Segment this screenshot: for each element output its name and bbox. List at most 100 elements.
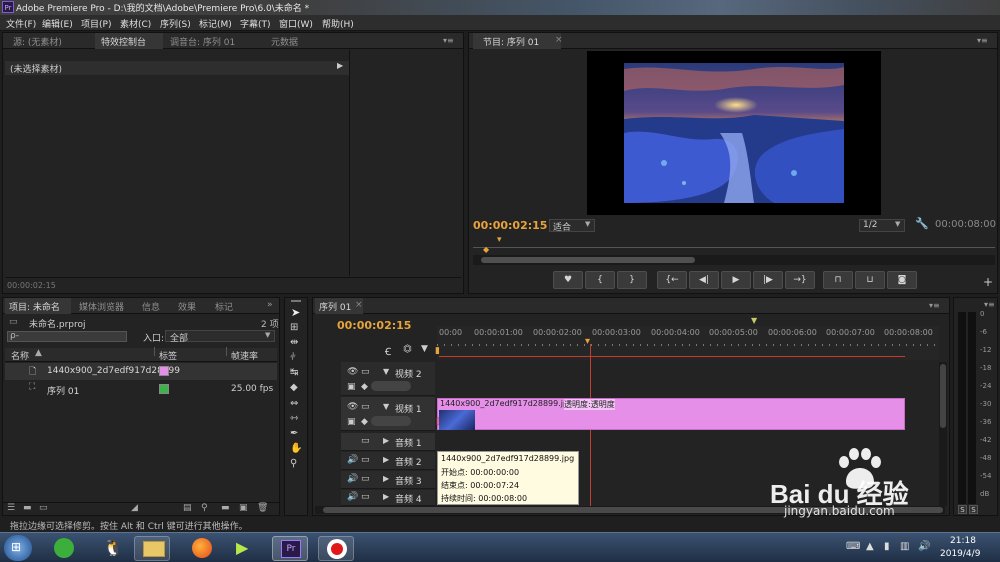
keyframe-icon[interactable]: ◆ xyxy=(361,417,368,427)
menu-marker[interactable]: 标记(M) xyxy=(199,17,232,30)
add-button-icon[interactable]: + xyxy=(983,275,993,289)
snap-icon[interactable]: Ꞓ xyxy=(385,344,391,358)
export-frame-button[interactable]: ◙ xyxy=(887,271,917,289)
in-select[interactable]: 全部 ▼ xyxy=(165,330,275,344)
lock-icon[interactable]: ▭ xyxy=(361,492,370,502)
track-header-audio-2[interactable]: 🔊 ▭ ▶ 音频 2 xyxy=(341,452,435,470)
resolution-select[interactable]: 1/2 ▼ xyxy=(859,219,905,232)
program-timecode[interactable]: 00:00:02:15 xyxy=(473,219,547,232)
tab-program[interactable]: 节目: 序列 01 xyxy=(483,35,539,48)
zoom-triangle-icon[interactable]: ◢ xyxy=(131,503,138,513)
column-name[interactable]: 名称 xyxy=(11,349,29,362)
timeline-ruler[interactable]: 00:00 00:00:01:00 00:00:02:00 00:00:03:0… xyxy=(435,326,939,360)
menu-clip[interactable]: 素材(C) xyxy=(120,17,151,30)
work-area-start-icon[interactable]: ▮ xyxy=(435,346,440,356)
search-input[interactable]: ρ- xyxy=(7,331,127,342)
display-style-icon[interactable]: ▣ xyxy=(347,417,356,427)
taskbar-app-firefox[interactable] xyxy=(184,536,220,561)
mark-in-button[interactable]: { xyxy=(585,271,615,289)
pen-tool-icon[interactable]: ✒ xyxy=(290,428,298,439)
list-view-icon[interactable]: ☰ xyxy=(7,503,15,513)
expand-arrow-icon[interactable]: ▶ xyxy=(337,61,343,70)
display-style-icon[interactable]: ▣ xyxy=(347,382,356,392)
video-clip[interactable]: 1440x900_2d7edf917d28899.jpg 透明度:透明度 ⟦ xyxy=(436,398,905,430)
taskbar-app-recorder[interactable] xyxy=(318,536,354,561)
label-color-swatch[interactable] xyxy=(159,366,169,376)
track-select-tool-icon[interactable]: ⊞ xyxy=(290,322,298,333)
lock-icon[interactable]: ▭ xyxy=(361,367,370,377)
rolling-edit-tool-icon[interactable]: ⫩ xyxy=(290,352,296,363)
expand-arrow-icon[interactable]: ▶ xyxy=(383,474,389,483)
eye-icon[interactable]: 👁 xyxy=(347,402,358,412)
speaker-icon[interactable]: 🔊 xyxy=(347,455,358,465)
zoom-slider-icon[interactable]: ▭ xyxy=(39,503,48,513)
clock-time[interactable]: 21:18 xyxy=(950,536,976,546)
start-button[interactable]: ⊞ xyxy=(4,535,32,561)
step-forward-button[interactable]: |▶ xyxy=(753,271,783,289)
tray-expand-icon[interactable]: ▲ xyxy=(866,541,874,552)
close-tab-icon[interactable]: × xyxy=(355,300,363,310)
speaker-icon[interactable]: 🔊 xyxy=(347,492,358,502)
automate-icon[interactable]: ▤ xyxy=(183,503,192,513)
ripple-edit-tool-icon[interactable]: ⇹ xyxy=(290,337,298,348)
selection-tool-icon[interactable]: ➤ xyxy=(291,306,300,319)
step-back-button[interactable]: ◀| xyxy=(689,271,719,289)
panel-menu-icon[interactable]: ▾≡ xyxy=(977,36,988,45)
new-bin-icon[interactable]: ▬ xyxy=(221,503,230,513)
track-header-video-1[interactable]: 👁 ▭ ▼ 视频 1 ▣ ◆ xyxy=(341,397,435,431)
collapse-arrow-icon[interactable]: ▼ xyxy=(383,402,389,411)
column-frame-rate[interactable]: 帧速率 xyxy=(231,349,258,362)
panel-menu-icon[interactable]: ▾≡ xyxy=(443,36,454,45)
icon-view-icon[interactable]: ▬ xyxy=(23,503,32,513)
lift-button[interactable]: ⊓ xyxy=(823,271,853,289)
network-icon[interactable]: ▥ xyxy=(900,541,909,552)
taskbar-app-premiere[interactable]: Pr xyxy=(272,536,308,561)
collapse-arrow-icon[interactable]: ▼ xyxy=(383,367,389,376)
volume-icon[interactable]: 🔊 xyxy=(918,541,930,552)
close-tab-icon[interactable]: × xyxy=(555,35,563,45)
tab-source[interactable]: 源: (无素材) xyxy=(13,35,62,48)
track-header-video-2[interactable]: 👁 ▭ ▼ 视频 2 ▣ ◆ xyxy=(341,362,435,396)
track-header-audio-3[interactable]: 🔊 ▭ ▶ 音频 3 xyxy=(341,471,435,489)
menu-title[interactable]: 字幕(T) xyxy=(240,17,271,30)
tab-audio-mixer[interactable]: 调音台: 序列 01 xyxy=(170,35,235,48)
hand-tool-icon[interactable]: ✋ xyxy=(290,443,302,454)
slide-tool-icon[interactable]: ⇿ xyxy=(290,413,298,424)
sort-up-icon[interactable]: ▲ xyxy=(35,348,42,358)
slip-tool-icon[interactable]: ⇔ xyxy=(290,398,298,409)
find-icon[interactable]: ⚲ xyxy=(201,503,208,513)
tab-project[interactable]: 项目: 未命名 xyxy=(9,300,60,313)
menu-window[interactable]: 窗口(W) xyxy=(279,17,313,30)
keyframe-nav-icon[interactable]: ⏣ xyxy=(403,344,412,355)
menu-project[interactable]: 项目(P) xyxy=(81,17,111,30)
keyframe-icon[interactable]: ◆ xyxy=(361,382,368,392)
taskbar-app-explorer[interactable] xyxy=(134,536,170,561)
tab-info[interactable]: 信息 xyxy=(142,300,160,313)
more-tabs-icon[interactable]: » xyxy=(267,300,273,310)
program-zoom-bar[interactable] xyxy=(473,255,995,265)
speaker-icon[interactable]: 🔊 xyxy=(347,474,358,484)
tab-media-browser[interactable]: 媒体浏览器 xyxy=(79,300,124,313)
add-marker-icon[interactable]: ▼ xyxy=(421,344,428,354)
expand-arrow-icon[interactable]: ▶ xyxy=(383,436,389,445)
menu-help[interactable]: 帮助(H) xyxy=(322,17,354,30)
menu-file[interactable]: 文件(F) xyxy=(6,17,36,30)
add-marker-button[interactable]: ♥ xyxy=(553,271,583,289)
keyframe-toggle[interactable] xyxy=(371,381,411,391)
tab-effect-controls[interactable]: 特效控制台 xyxy=(101,35,146,48)
tab-effects[interactable]: 效果 xyxy=(178,300,196,313)
track-header-audio-4[interactable]: 🔊 ▭ ▶ 音频 4 xyxy=(341,490,435,506)
rate-stretch-tool-icon[interactable]: ↹ xyxy=(290,367,298,378)
menu-sequence[interactable]: 序列(S) xyxy=(160,17,191,30)
expand-arrow-icon[interactable]: ▶ xyxy=(383,455,389,464)
taskbar-app-media[interactable]: ▶ xyxy=(228,536,264,561)
extract-button[interactable]: ⊔ xyxy=(855,271,885,289)
panel-menu-icon[interactable]: ▾≡ xyxy=(929,301,940,310)
track-header-audio-1[interactable]: ▭ ▶ 音频 1 xyxy=(341,433,435,451)
clip-effect-dropdown[interactable]: 透明度:透明度 xyxy=(564,399,615,410)
clock-date[interactable]: 2019/4/9 xyxy=(940,549,980,559)
razor-tool-icon[interactable]: ◆ xyxy=(290,382,298,393)
lock-icon[interactable]: ▭ xyxy=(361,402,370,412)
trash-icon[interactable]: 🗑 xyxy=(257,503,268,513)
taskbar-app-360[interactable] xyxy=(46,536,82,561)
